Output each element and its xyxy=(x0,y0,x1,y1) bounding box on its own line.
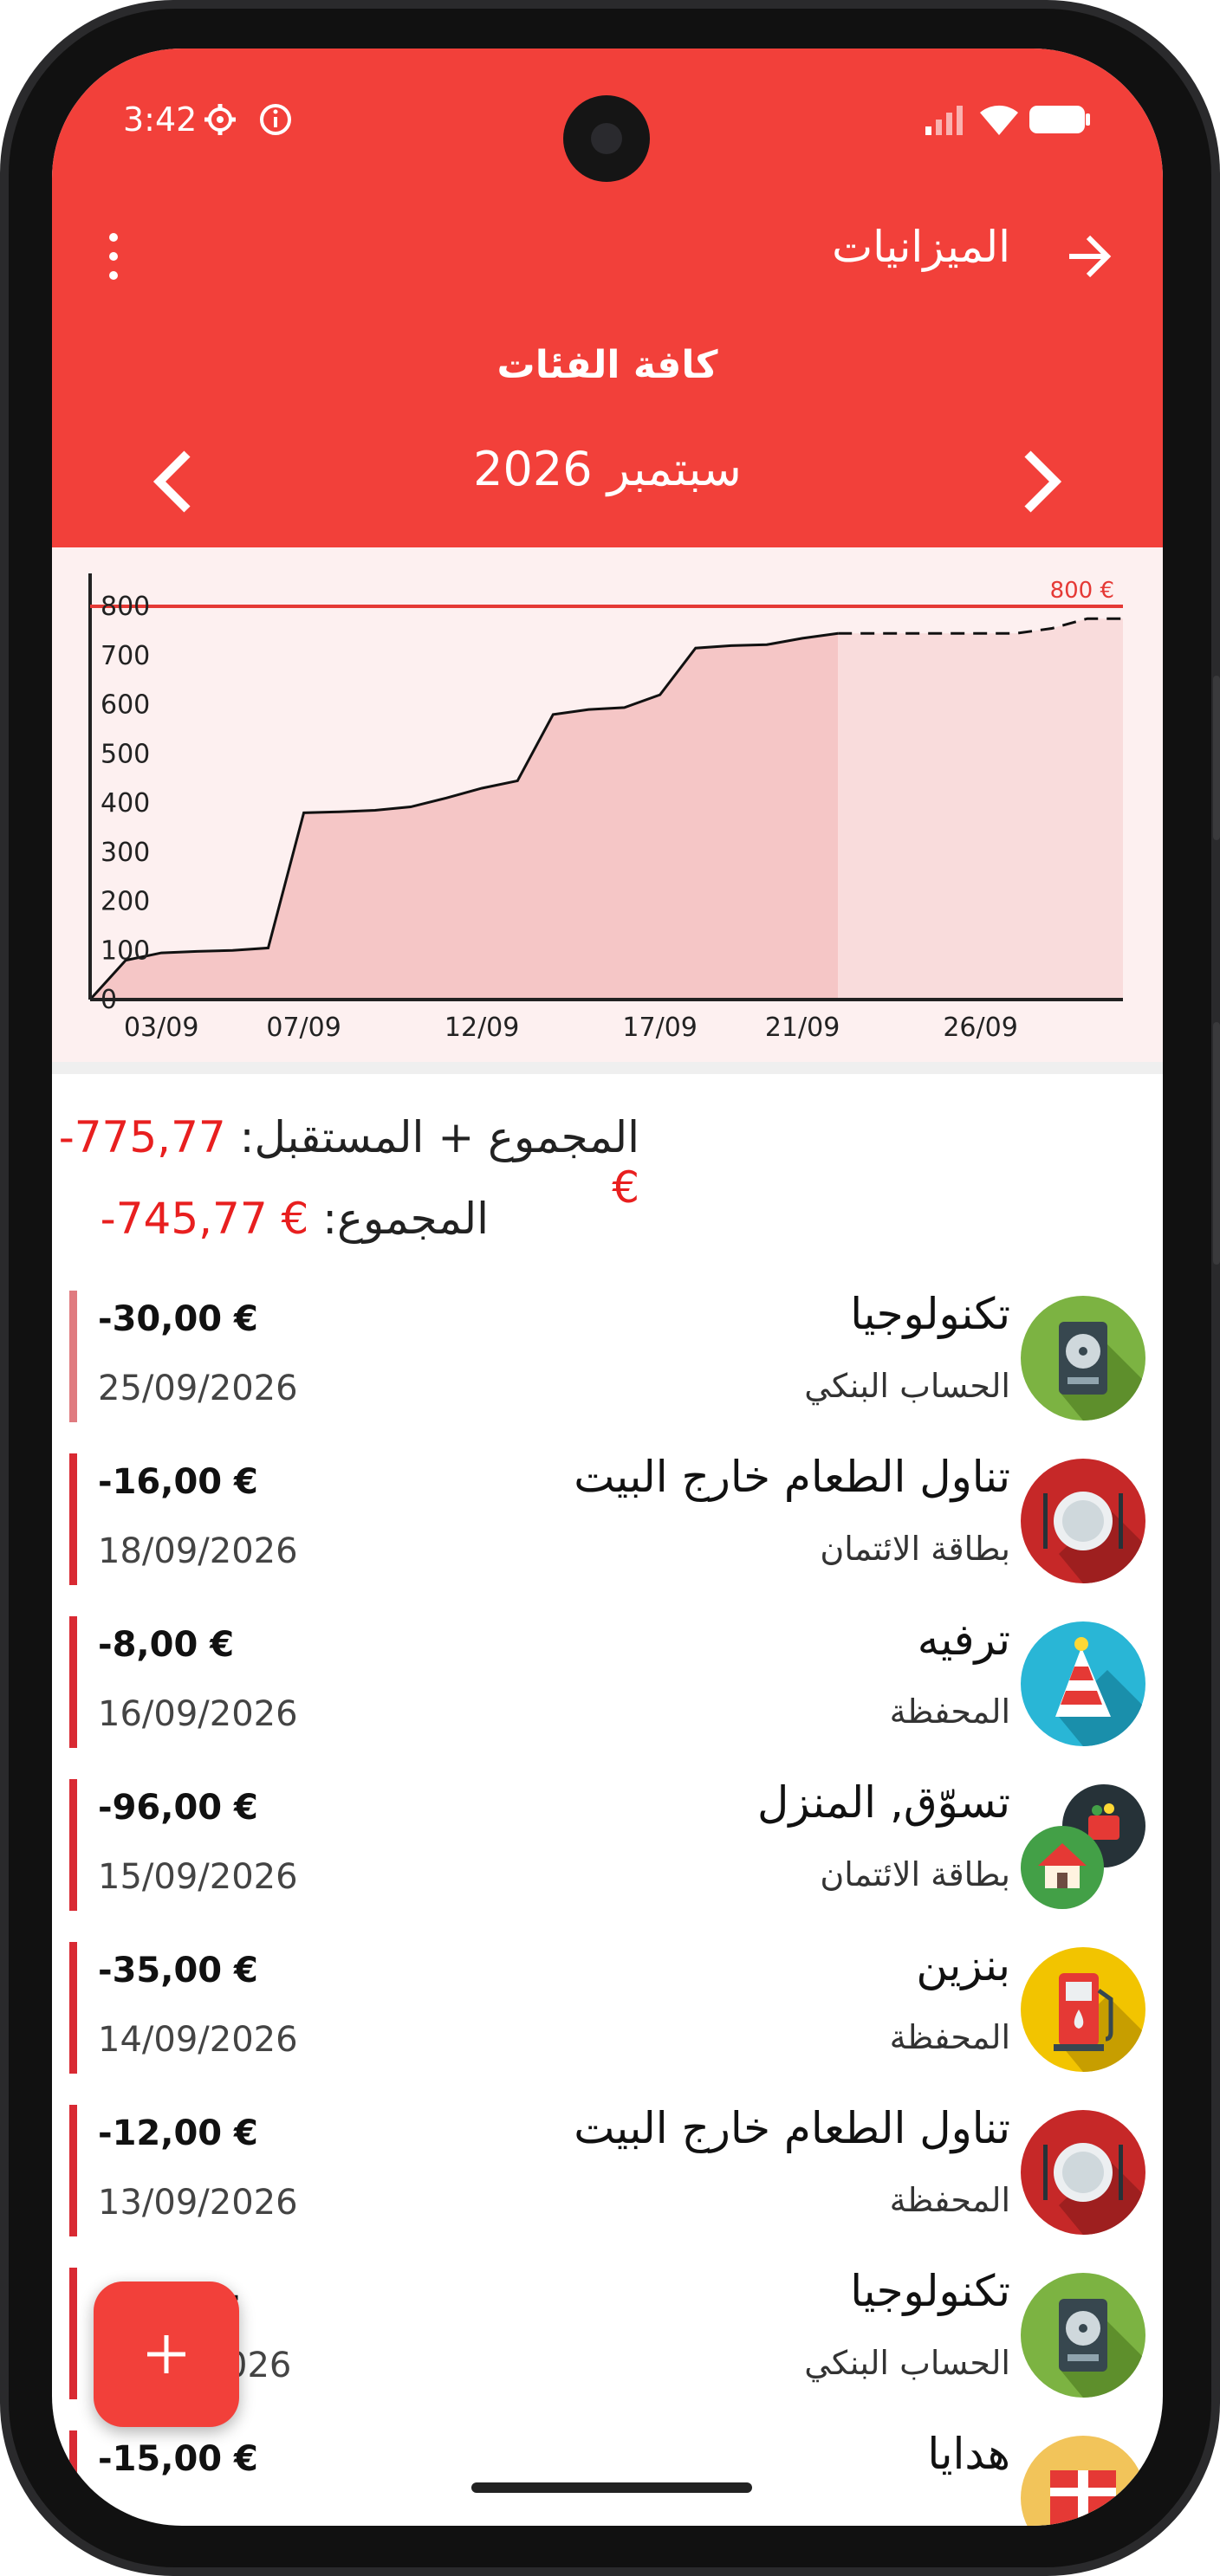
total-label: المجموع: xyxy=(322,1194,489,1244)
volume-button xyxy=(1213,676,1220,840)
transaction-date: 25/09/2026 xyxy=(98,1369,298,1408)
expense-indicator xyxy=(69,2105,77,2236)
expense-indicator xyxy=(69,1453,77,1585)
back-arrow-icon[interactable] xyxy=(1062,230,1114,282)
month-label: سبتمبر 2026 xyxy=(473,442,742,496)
power-button xyxy=(1213,1022,1220,1265)
budget-chart: 800 € 0 100 200 300 400 500 600 700 800 03/09 07/09… xyxy=(52,547,1163,1062)
transaction-item[interactable]: -35,00 € 14/09/2026 بنزين المحفظة xyxy=(52,1932,1163,2094)
y-tick-label: 200 xyxy=(101,887,150,917)
home-indicator[interactable] xyxy=(471,2482,752,2493)
transaction-item[interactable]: -8,00 € 16/09/2026 ترفيه المحفظة xyxy=(52,1606,1163,1769)
expense-indicator xyxy=(69,1942,77,2074)
transaction-amount: -96,00 € xyxy=(98,1788,258,1828)
plus-icon xyxy=(147,2335,185,2373)
transaction-amount: -30,00 € xyxy=(98,1299,258,1339)
transaction-amount: -8,00 € xyxy=(98,1625,235,1665)
page-title: الميزانيات xyxy=(832,222,1010,272)
plate-icon xyxy=(1021,2110,1145,2235)
category-filter[interactable]: كافة الفئات xyxy=(52,343,1163,387)
hard-drive-icon xyxy=(1021,1296,1145,1421)
transaction-category: تكنولوجيا xyxy=(850,1289,1010,1339)
transaction-account: المحفظة xyxy=(889,1693,1010,1731)
transaction-category: هدايا xyxy=(927,2429,1010,2479)
transaction-item[interactable]: -16,00 € 18/09/2026 تناول الطعام خارج ال… xyxy=(52,1443,1163,1606)
transaction-account: المحفظة xyxy=(889,2018,1010,2056)
signal-icon xyxy=(925,106,963,135)
status-time: 3:42 xyxy=(123,100,198,139)
total-row: المجموع: -745,77 € xyxy=(101,1194,489,1263)
y-tick-label: 600 xyxy=(101,690,150,721)
x-tick-label: 03/09 xyxy=(124,1013,198,1043)
transaction-account: الحساب البنكي xyxy=(804,2344,1010,2382)
x-tick-label: 21/09 xyxy=(765,1013,840,1043)
y-tick-label: 500 xyxy=(101,739,150,769)
app-screen: 3:42 الميزانيات كافة الفئات سبتمبر 2026 … xyxy=(52,49,1163,2526)
transaction-category: تناول الطعام خارج البيت xyxy=(574,1452,1010,1502)
transaction-item[interactable]: -30,00 € 25/09/2026 تكنولوجيا الحساب الب… xyxy=(52,1280,1163,1443)
settings-gear-icon xyxy=(204,104,236,135)
transaction-category: تسوّق, المنزل xyxy=(757,1777,1010,1828)
y-tick-label: 100 xyxy=(101,935,150,966)
transaction-category: تناول الطعام خارج البيت xyxy=(574,2103,1010,2153)
y-tick-label: 700 xyxy=(101,641,150,671)
transaction-category: ترفيه xyxy=(917,1615,1010,1665)
total-amount: -745,77 € xyxy=(100,1194,309,1244)
gift-icon xyxy=(1021,2436,1145,2526)
transaction-date: 14/09/2026 xyxy=(98,2020,298,2060)
app-header: 3:42 الميزانيات كافة الفئات سبتمبر 2026 xyxy=(52,49,1163,547)
info-icon xyxy=(260,104,291,135)
expense-indicator xyxy=(69,1779,77,1911)
party-hat-icon xyxy=(1021,1621,1145,1746)
transaction-amount: -15,00 € xyxy=(98,2439,258,2479)
transaction-amount: -12,00 € xyxy=(98,2113,258,2153)
transaction-item[interactable]: -15,00 € هدايا xyxy=(52,2420,1163,2526)
total-future-row: المجموع + المستقبل: -775,77 € xyxy=(52,1112,639,1213)
total-future-label: المجموع + المستقبل: xyxy=(239,1112,639,1162)
next-month-icon[interactable] xyxy=(1016,447,1068,516)
x-tick-label: 12/09 xyxy=(445,1013,519,1043)
transaction-account: بطاقة الائتمان xyxy=(820,1855,1010,1893)
transaction-category: بنزين xyxy=(916,1940,1010,1990)
transaction-account: بطاقة الائتمان xyxy=(820,1530,1010,1568)
x-tick-label: 17/09 xyxy=(622,1013,697,1043)
plate-icon xyxy=(1021,1459,1145,1583)
overflow-menu-icon[interactable] xyxy=(101,230,127,282)
expense-indicator xyxy=(69,2430,77,2526)
transaction-item[interactable]: -96,00 € 15/09/2026 تسوّق, المنزل بطاقة … xyxy=(52,1769,1163,1932)
budget-limit-label: 800 € xyxy=(1050,578,1114,604)
transaction-amount: -16,00 € xyxy=(98,1462,258,1502)
hard-drive-icon xyxy=(1021,2273,1145,2398)
y-tick-label: 300 xyxy=(101,838,150,868)
expense-indicator xyxy=(69,2268,77,2399)
transaction-date: 18/09/2026 xyxy=(98,1531,298,1571)
expense-indicator xyxy=(69,1291,77,1422)
shopping-home-icon xyxy=(1021,1784,1145,1909)
transaction-date: 15/09/2026 xyxy=(98,1857,298,1897)
transaction-account: المحفظة xyxy=(889,2181,1010,2219)
front-camera xyxy=(563,95,650,182)
transaction-item[interactable]: -12,00 € 13/09/2026 تناول الطعام خارج ال… xyxy=(52,2094,1163,2257)
add-transaction-button[interactable] xyxy=(94,2282,239,2427)
wifi-icon xyxy=(980,105,1018,135)
y-tick-label: 400 xyxy=(101,788,150,819)
transaction-account: الحساب البنكي xyxy=(804,1367,1010,1405)
phone-frame: 3:42 الميزانيات كافة الفئات سبتمبر 2026 … xyxy=(0,0,1220,2576)
transaction-amount: -35,00 € xyxy=(98,1951,258,1990)
projected-spending-area xyxy=(838,618,1123,1000)
budget-chart-svg: 800 € 0 100 200 300 400 500 600 700 800 03/09 07/09… xyxy=(88,573,1123,1043)
expense-indicator xyxy=(69,1616,77,1748)
transaction-date: 13/09/2026 xyxy=(98,2183,298,2223)
x-tick-label: 26/09 xyxy=(943,1013,1017,1043)
battery-icon xyxy=(1029,106,1090,133)
x-tick-label: 07/09 xyxy=(266,1013,341,1043)
fuel-pump-icon xyxy=(1021,1947,1145,2072)
transaction-category: تكنولوجيا xyxy=(850,2266,1010,2316)
y-tick-label: 0 xyxy=(101,985,117,1015)
section-divider xyxy=(52,1062,1163,1074)
y-tick-label: 800 xyxy=(101,592,150,622)
transaction-date: 16/09/2026 xyxy=(98,1694,298,1734)
actual-spending-area xyxy=(90,633,839,1000)
